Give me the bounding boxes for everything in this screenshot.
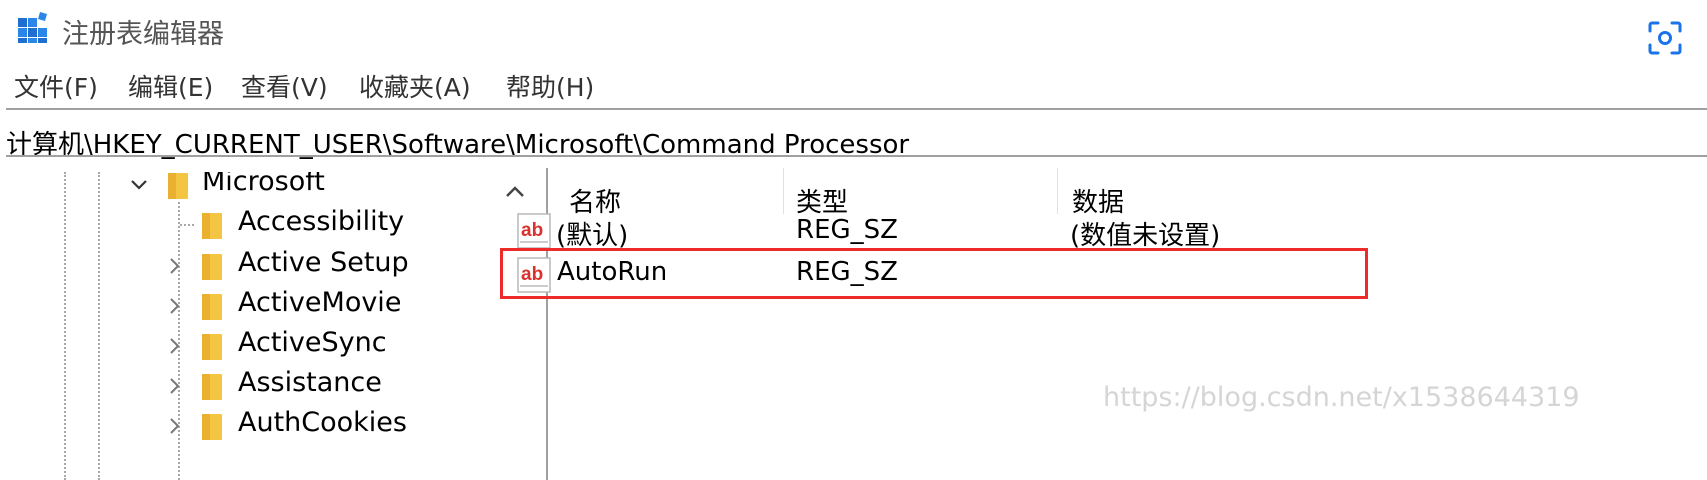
tree-item-label: Accessibility bbox=[238, 206, 405, 237]
tree-item-label: AuthCookies bbox=[238, 407, 407, 438]
highlight-annotation bbox=[500, 248, 1368, 299]
folder-icon bbox=[202, 213, 222, 239]
value-name: (默认) bbox=[556, 221, 629, 251]
tree-pane[interactable]: Microsoft Accessibility Active Setup Act… bbox=[6, 172, 539, 480]
chevron-right-icon[interactable] bbox=[166, 377, 184, 395]
chevron-right-icon[interactable] bbox=[166, 257, 184, 275]
menu-file[interactable]: 文件(F) bbox=[14, 68, 98, 104]
tree-item-label: Microsoft bbox=[202, 172, 325, 197]
folder-icon bbox=[202, 294, 222, 320]
registry-editor-icon bbox=[18, 12, 47, 43]
column-separator[interactable] bbox=[783, 168, 784, 214]
value-data: (数值未设置) bbox=[1070, 221, 1221, 251]
address-divider bbox=[6, 155, 1707, 157]
chevron-down-icon[interactable] bbox=[130, 176, 148, 194]
tree-item-label: ActiveSync bbox=[238, 327, 387, 358]
menu-favorites[interactable]: 收藏夹(A) bbox=[359, 68, 471, 104]
title-bar: 注册表编辑器 bbox=[0, 0, 1707, 58]
tree-item-label: ActiveMovie bbox=[238, 287, 402, 318]
folder-icon bbox=[202, 414, 222, 440]
menu-edit[interactable]: 编辑(E) bbox=[128, 68, 213, 104]
menu-divider bbox=[6, 108, 1707, 110]
tree-item-label: Active Setup bbox=[238, 247, 409, 278]
screenshot-tool-icon[interactable] bbox=[1647, 20, 1683, 56]
folder-icon bbox=[202, 374, 222, 400]
chevron-right-icon[interactable] bbox=[166, 337, 184, 355]
svg-text:ab: ab bbox=[521, 220, 543, 241]
menu-help[interactable]: 帮助(H) bbox=[506, 68, 594, 104]
menu-bar: 文件(F) 编辑(E) 查看(V) 收藏夹(A) 帮助(H) bbox=[0, 64, 1707, 104]
value-type: REG_SZ bbox=[796, 215, 898, 245]
menu-view[interactable]: 查看(V) bbox=[241, 68, 328, 104]
folder-icon bbox=[202, 334, 222, 360]
chevron-right-icon[interactable] bbox=[166, 417, 184, 435]
tree-item-label: Assistance bbox=[238, 367, 382, 398]
folder-icon bbox=[202, 254, 222, 280]
column-separator[interactable] bbox=[1057, 168, 1058, 214]
string-value-icon: ab bbox=[517, 213, 551, 249]
tree-item-authcookies[interactable]: AuthCookies bbox=[6, 407, 486, 455]
window-title: 注册表编辑器 bbox=[62, 19, 224, 50]
folder-icon bbox=[168, 173, 188, 199]
scroll-up-arrow-icon[interactable] bbox=[501, 182, 529, 202]
tree-connector bbox=[180, 224, 194, 226]
value-row-default[interactable]: ab (默认) REG_SZ (数值未设置) bbox=[517, 209, 1707, 253]
watermark: https://blog.csdn.net/x1538644319 bbox=[1103, 382, 1580, 413]
chevron-right-icon[interactable] bbox=[166, 297, 184, 315]
